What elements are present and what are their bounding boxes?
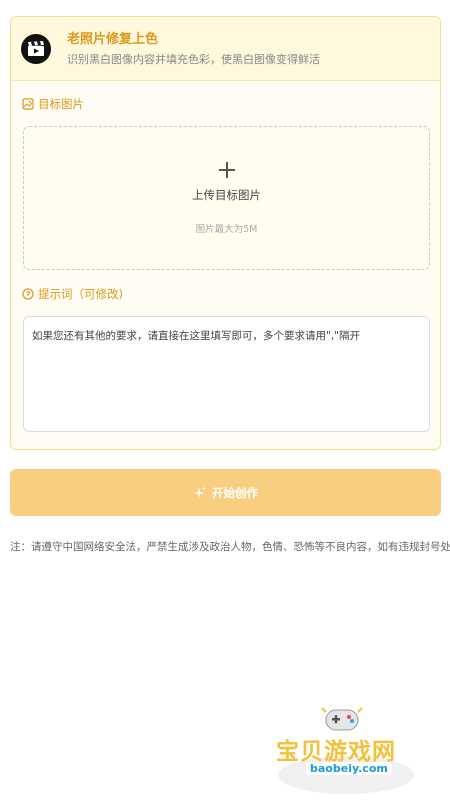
target-image-label: 目标图片	[38, 97, 84, 111]
prompt-text: 如果您还有其他的要求，请直接在这里填写即可，多个要求请用","隔开	[32, 330, 360, 342]
tool-card: 老照片修复上色 识别黑白图像内容并填充色彩，使黑白图像变得鲜活 目标图片 上传目…	[10, 16, 441, 450]
image-upload-area[interactable]: 上传目标图片 图片最大为5M	[23, 126, 430, 270]
plus-icon	[218, 162, 235, 178]
tool-subtitle: 识别黑白图像内容并填充色彩，使黑白图像变得鲜活	[67, 52, 320, 66]
prompt-textarea[interactable]: 如果您还有其他的要求，请直接在这里填写即可，多个要求请用","隔开	[23, 316, 430, 432]
tool-header: 老照片修复上色 识别黑白图像内容并填充色彩，使黑白图像变得鲜活	[11, 17, 440, 81]
watermark-logo: 宝贝游戏网 baobeiy.com	[270, 702, 430, 796]
gamepad-icon	[321, 707, 363, 731]
upload-size-hint: 图片最大为5M	[195, 224, 258, 235]
compliance-notice: 注：请遵守中国网络安全法，严禁生成涉及政治人物，色情、恐怖等不良内容，如有违规封…	[10, 541, 450, 553]
tool-title: 老照片修复上色	[67, 31, 159, 47]
start-create-label: 开始创作	[212, 485, 258, 500]
upload-label: 上传目标图片	[192, 188, 261, 202]
prompt-section-label: 提示词（可修改)	[22, 286, 123, 302]
target-image-section-label: 目标图片	[22, 96, 84, 112]
sparkle-icon	[194, 486, 206, 498]
watermark-url: baobeiy.com	[306, 762, 392, 775]
image-icon	[22, 98, 34, 110]
prompt-label: 提示词（可修改)	[38, 287, 123, 301]
start-create-button[interactable]: 开始创作	[10, 469, 441, 516]
watermark-title: 宝贝游戏网	[276, 739, 396, 765]
prompt-icon	[22, 288, 34, 300]
movie-clapper-icon	[21, 33, 51, 64]
